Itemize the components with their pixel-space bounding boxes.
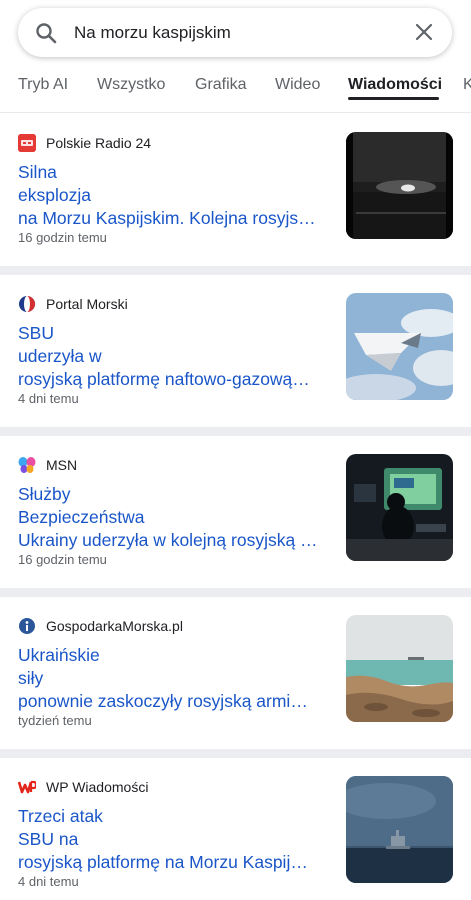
news-source: GospodarkaMorska.pl (18, 616, 183, 636)
source-name: MSN (46, 457, 78, 473)
polskie-radio-icon (18, 134, 36, 152)
article-headline[interactable]: Trzeci atak SBU na rosyjską platformę na… (18, 805, 328, 874)
article-time: 4 dni temu (18, 874, 79, 889)
news-source: Polskie Radio 24 (18, 133, 151, 153)
source-name: Polskie Radio 24 (46, 135, 152, 151)
tab-all[interactable]: Wszystko (97, 76, 165, 94)
article-headline[interactable]: SBU uderzyła w rosyjską platformę naftow… (18, 322, 328, 391)
close-icon[interactable] (414, 22, 434, 42)
gospodarka-morska-icon (18, 617, 36, 635)
article-time: 16 godzin temu (18, 552, 107, 567)
news-source: WP Wiadomości (18, 777, 148, 797)
news-card[interactable]: MSN Służby Bezpieczeństwa Ukrainy uderzy… (0, 436, 471, 588)
card-separator (0, 427, 471, 436)
search-input[interactable]: Na morzu kaspijskim (74, 8, 231, 57)
active-tab-indicator (348, 97, 439, 100)
night-explosion-image[interactable] (346, 132, 453, 239)
tab-more[interactable]: K (463, 76, 471, 94)
news-source: Portal Morski (18, 294, 128, 314)
article-time: tydzień temu (18, 713, 92, 728)
card-separator (0, 749, 471, 758)
operator-screens-image[interactable] (346, 454, 453, 561)
source-name: GospodarkaMorska.pl (46, 618, 183, 634)
search-bar[interactable]: Na morzu kaspijskim (18, 8, 452, 57)
tab-ai-mode[interactable]: Tryb AI (18, 76, 68, 94)
card-separator (0, 588, 471, 597)
article-headline[interactable]: Ukraińskie siły ponownie zaskoczyły rosy… (18, 644, 328, 713)
portal-morski-icon (18, 295, 36, 313)
source-name: Portal Morski (46, 296, 128, 312)
news-card[interactable]: WP Wiadomości Trzeci atak SBU na rosyjsk… (0, 758, 471, 900)
tab-images[interactable]: Grafika (195, 76, 247, 94)
wp-logo-icon (18, 778, 36, 796)
news-card[interactable]: Polskie Radio 24 Silna eksplozja na Morz… (0, 114, 471, 266)
article-headline[interactable]: Służby Bezpieczeństwa Ukrainy uderzyła w… (18, 483, 328, 552)
card-separator (0, 266, 471, 275)
article-time: 16 godzin temu (18, 230, 107, 245)
news-card[interactable]: GospodarkaMorska.pl Ukraińskie siły pono… (0, 597, 471, 749)
msn-butterfly-icon (18, 456, 36, 474)
source-name: WP Wiadomości (46, 779, 149, 795)
rocky-coast-image[interactable] (346, 615, 453, 722)
tab-videos[interactable]: Wideo (275, 76, 320, 94)
search-icon[interactable] (34, 21, 58, 45)
search-tabs: Tryb AI Wszystko Grafika Wideo Wiadomośc… (0, 62, 471, 112)
news-source: MSN (18, 455, 77, 475)
sea-platform-image[interactable] (346, 776, 453, 883)
tab-news[interactable]: Wiadomości (348, 76, 442, 94)
news-card[interactable]: Portal Morski SBU uderzyła w rosyjską pl… (0, 275, 471, 427)
article-headline[interactable]: Silna eksplozja na Morzu Kaspijskim. Kol… (18, 161, 328, 230)
drone-sky-image[interactable] (346, 293, 453, 400)
tabs-divider (0, 112, 471, 113)
article-time: 4 dni temu (18, 391, 79, 406)
